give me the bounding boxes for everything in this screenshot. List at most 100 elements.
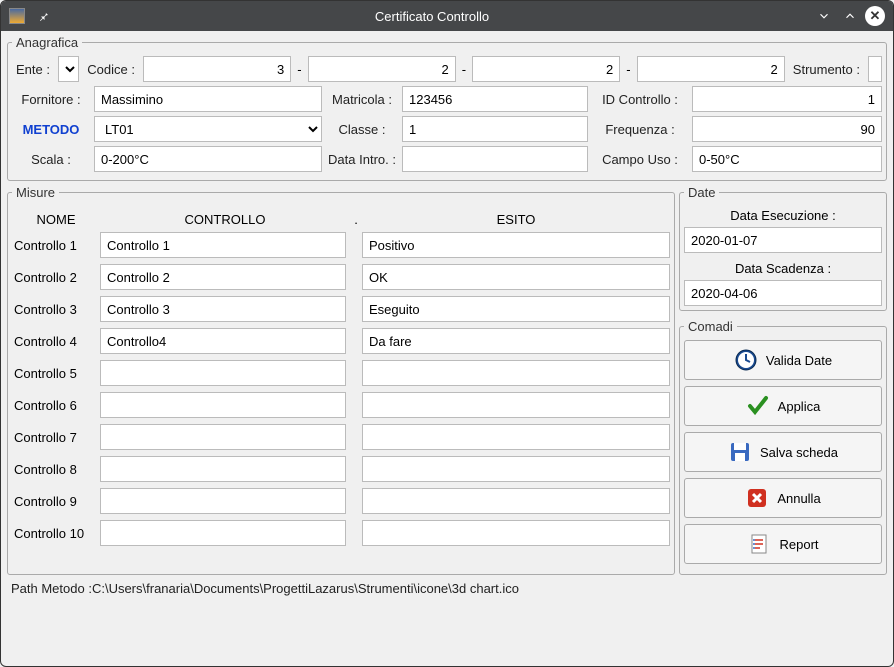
esito-input[interactable]	[362, 488, 670, 514]
esito-input[interactable]	[362, 264, 670, 290]
esito-input[interactable]	[362, 360, 670, 386]
titlebar[interactable]: Certificato Controllo ✕	[1, 1, 893, 31]
metodo-select[interactable]: LT01	[94, 116, 322, 142]
table-row: Controllo 9	[12, 488, 670, 514]
esito-input[interactable]	[362, 456, 670, 482]
window-title: Certificato Controllo	[55, 9, 809, 24]
dataintro-input[interactable]	[402, 146, 588, 172]
pin-icon[interactable]	[33, 5, 55, 27]
classe-label: Classe :	[326, 116, 398, 142]
esito-input[interactable]	[362, 520, 670, 546]
codice-2[interactable]	[308, 56, 456, 82]
row-name: Controllo 10	[12, 526, 96, 541]
idcontrollo-input[interactable]	[692, 86, 882, 112]
applica-button[interactable]: Applica	[684, 386, 882, 426]
idcontrollo-label: ID Controllo :	[592, 86, 688, 112]
controllo-input[interactable]	[100, 264, 346, 290]
frequenza-label: Frequenza :	[592, 116, 688, 142]
scala-label: Scala :	[12, 146, 90, 172]
valida-date-button[interactable]: Valida Date	[684, 340, 882, 380]
report-icon	[747, 532, 771, 556]
fornitore-input[interactable]	[94, 86, 322, 112]
row-name: Controllo 8	[12, 462, 96, 477]
window: Certificato Controllo ✕ Anagrafica Ente …	[0, 0, 894, 667]
report-button[interactable]: Report	[684, 524, 882, 564]
matricola-label: Matricola :	[326, 86, 398, 112]
codice-1[interactable]	[143, 56, 291, 82]
table-row: Controllo 4	[12, 328, 670, 354]
esito-input[interactable]	[362, 392, 670, 418]
row-name: Controllo 3	[12, 302, 96, 317]
esito-input[interactable]	[362, 232, 670, 258]
classe-input[interactable]	[402, 116, 588, 142]
controllo-input[interactable]	[100, 520, 346, 546]
table-row: Controllo 10	[12, 520, 670, 546]
col-dot: .	[350, 212, 362, 227]
ente-select[interactable]: Stabilimento 2	[58, 56, 79, 82]
comandi-fieldset: Comadi Valida Date Applica Salva scheda	[679, 319, 887, 575]
app-icon	[9, 8, 25, 24]
clock-icon	[734, 348, 758, 372]
controllo-input[interactable]	[100, 232, 346, 258]
table-row: Controllo 6	[12, 392, 670, 418]
controllo-input[interactable]	[100, 328, 346, 354]
row-name: Controllo 4	[12, 334, 96, 349]
annulla-button[interactable]: Annulla	[684, 478, 882, 518]
misure-legend: Misure	[12, 185, 59, 200]
anagrafica-legend: Anagrafica	[12, 35, 82, 50]
col-nome: NOME	[12, 212, 100, 227]
save-icon	[728, 440, 752, 464]
codice-label: Codice :	[83, 56, 139, 82]
strumento-input[interactable]	[868, 56, 882, 82]
row-name: Controllo 9	[12, 494, 96, 509]
row-name: Controllo 6	[12, 398, 96, 413]
scala-input[interactable]	[94, 146, 322, 172]
anagrafica-fieldset: Anagrafica Ente : Stabilimento 2 Codice …	[7, 35, 887, 181]
controllo-input[interactable]	[100, 296, 346, 322]
row-name: Controllo 7	[12, 430, 96, 445]
cancel-icon	[745, 486, 769, 510]
codice-4[interactable]	[637, 56, 785, 82]
date-fieldset: Date Data Esecuzione : Data Scadenza :	[679, 185, 887, 311]
campouso-input[interactable]	[692, 146, 882, 172]
esito-input[interactable]	[362, 296, 670, 322]
esito-input[interactable]	[362, 424, 670, 450]
comandi-legend: Comadi	[684, 319, 737, 334]
controllo-input[interactable]	[100, 488, 346, 514]
table-row: Controllo 1	[12, 232, 670, 258]
esecuzione-input[interactable]	[684, 227, 882, 253]
esecuzione-label: Data Esecuzione :	[684, 206, 882, 227]
table-row: Controllo 7	[12, 424, 670, 450]
col-controllo: CONTROLLO	[100, 212, 350, 227]
frequenza-input[interactable]	[692, 116, 882, 142]
metodo-label[interactable]: METODO	[12, 116, 90, 142]
maximize-icon[interactable]	[839, 5, 861, 27]
misure-header: NOME CONTROLLO . ESITO	[12, 206, 670, 232]
salva-button[interactable]: Salva scheda	[684, 432, 882, 472]
scadenza-input[interactable]	[684, 280, 882, 306]
table-row: Controllo 8	[12, 456, 670, 482]
fornitore-label: Fornitore :	[12, 86, 90, 112]
minimize-icon[interactable]	[813, 5, 835, 27]
controllo-input[interactable]	[100, 456, 346, 482]
close-icon[interactable]: ✕	[865, 6, 885, 26]
table-row: Controllo 2	[12, 264, 670, 290]
date-legend: Date	[684, 185, 719, 200]
controllo-input[interactable]	[100, 360, 346, 386]
row-name: Controllo 2	[12, 270, 96, 285]
controllo-input[interactable]	[100, 392, 346, 418]
ente-label: Ente :	[12, 56, 54, 82]
esito-input[interactable]	[362, 328, 670, 354]
scadenza-label: Data Scadenza :	[684, 259, 882, 280]
check-icon	[746, 394, 770, 418]
row-name: Controllo 1	[12, 238, 96, 253]
col-esito: ESITO	[362, 212, 670, 227]
dataintro-label: Data Intro. :	[326, 146, 398, 172]
table-row: Controllo 5	[12, 360, 670, 386]
codice-3[interactable]	[472, 56, 620, 82]
controllo-input[interactable]	[100, 424, 346, 450]
row-name: Controllo 5	[12, 366, 96, 381]
campouso-label: Campo Uso :	[592, 146, 688, 172]
path-display: Path Metodo :C:\Users\franaria\Documents…	[7, 579, 887, 598]
matricola-input[interactable]	[402, 86, 588, 112]
